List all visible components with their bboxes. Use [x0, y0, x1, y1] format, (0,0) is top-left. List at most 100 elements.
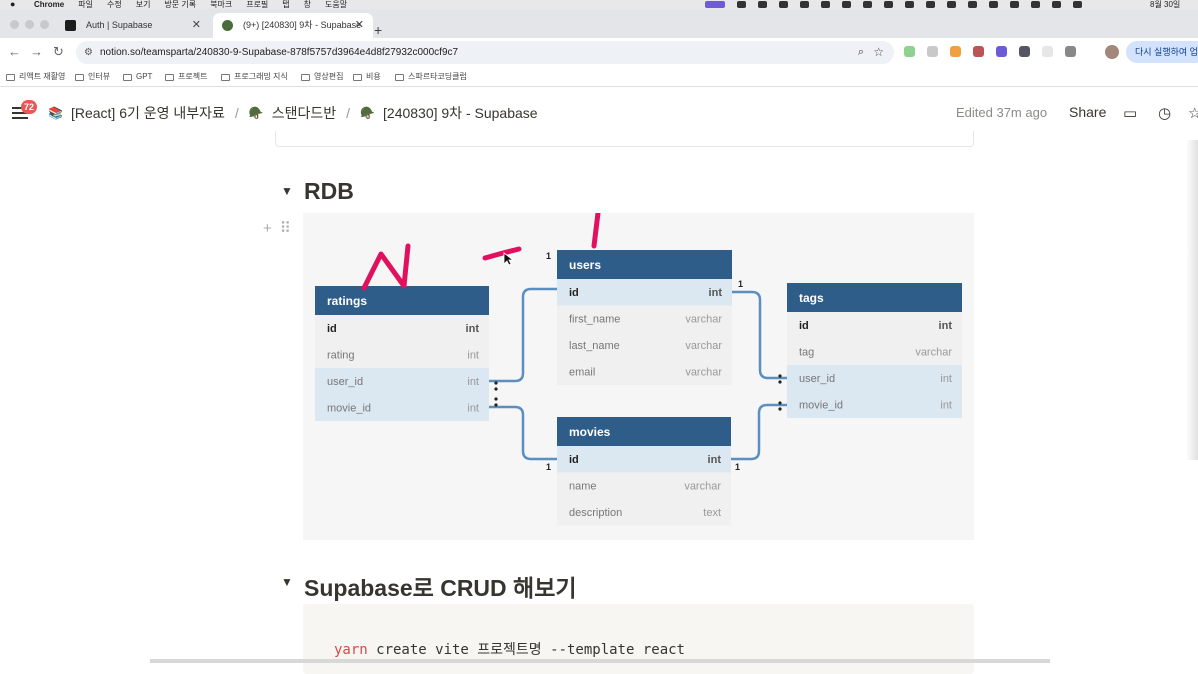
puzzle-icon[interactable]: [1065, 46, 1076, 57]
apple-icon[interactable]: ●: [10, 0, 15, 9]
menu-item[interactable]: 프로필: [246, 0, 268, 9]
app-menu: Chrome 파일 수정 보기 방문 기록 북마크 프로필 탭 창 도움말: [34, 0, 347, 9]
bookmark-item[interactable]: 인터뷰: [75, 67, 110, 87]
status-icon[interactable]: [758, 1, 767, 8]
status-icon[interactable]: [705, 1, 725, 8]
status-icon[interactable]: [1031, 1, 1040, 8]
zoom-window-button[interactable]: [40, 20, 49, 29]
cardinality-one: 1: [546, 251, 551, 261]
reload-icon[interactable]: ↻: [53, 44, 64, 60]
zoom-icon[interactable]: ⌕: [858, 41, 864, 64]
rdb-diagram: ratings id int rating int user_id int movie_id i…: [303, 183, 974, 540]
column-type: int: [708, 454, 722, 466]
menu-item[interactable]: 창: [304, 0, 311, 9]
status-icon[interactable]: [1010, 1, 1019, 8]
breadcrumb-separator: /: [346, 105, 351, 121]
breadcrumb-item[interactable]: [React] 6기 운영 내부자료: [71, 103, 225, 123]
toggle-arrow-icon[interactable]: ▼: [281, 184, 293, 198]
status-icon[interactable]: [800, 1, 809, 8]
bookmark-label: 프로젝트: [178, 72, 208, 81]
code-block[interactable]: yarn create vite 프로젝트명 --template react: [303, 604, 974, 674]
bookmark-label: 인터뷰: [88, 72, 111, 81]
bookmark-label: GPT: [136, 72, 153, 81]
menu-item[interactable]: 북마크: [210, 0, 232, 9]
clock[interactable]: 8월 30일: [1150, 0, 1180, 9]
status-icon[interactable]: [842, 1, 851, 8]
menu-app[interactable]: Chrome: [34, 0, 64, 9]
bookmark-item[interactable]: GPT: [123, 67, 152, 87]
extension-icon[interactable]: [904, 46, 915, 57]
heading-crud: Supabase로 CRUD 해보기: [304, 575, 577, 601]
extension-icon[interactable]: [996, 46, 1007, 57]
toolbar: ← → ↻ ⚙ notion.so/teamsparta/240830-9-Su…: [0, 38, 1198, 67]
column-name: id: [569, 287, 579, 299]
extension-icon[interactable]: [1042, 46, 1053, 57]
menu-item[interactable]: 보기: [136, 0, 151, 9]
history-icon[interactable]: ◷: [1158, 104, 1171, 122]
status-icon[interactable]: [737, 1, 746, 8]
column-name: last_name: [569, 340, 620, 352]
share-button[interactable]: Share: [1069, 104, 1106, 120]
bookmark-star-icon[interactable]: ☆: [873, 41, 884, 64]
status-icon[interactable]: [863, 1, 872, 8]
status-icon[interactable]: [968, 1, 977, 8]
menu-item[interactable]: 탭: [282, 0, 289, 9]
site-info-icon[interactable]: ⚙: [84, 41, 93, 64]
column-type: int: [467, 403, 479, 415]
bookmark-item[interactable]: 비용: [353, 67, 381, 87]
bookmark-item[interactable]: 리액트 재활영: [6, 67, 65, 87]
er-diagram: ratingsid intrating intuser_id intmovie_id i…: [315, 183, 962, 526]
drag-handle-icon[interactable]: ⠿: [280, 220, 291, 237]
status-icon[interactable]: [989, 1, 998, 8]
breadcrumb-item[interactable]: [240830] 9차 - Supabase: [383, 103, 538, 123]
bookmark-label: 리액트 재활영: [19, 72, 66, 81]
status-icon[interactable]: [779, 1, 788, 8]
status-icon[interactable]: [821, 1, 830, 8]
breadcrumb-item[interactable]: 스탠다드반: [272, 103, 336, 123]
forward-icon[interactable]: →: [30, 44, 43, 59]
address-bar[interactable]: ⚙ notion.so/teamsparta/240830-9-Supabase…: [76, 41, 894, 64]
menu-item[interactable]: 도움말: [325, 0, 347, 9]
minimize-window-button[interactable]: [25, 20, 34, 29]
folder-icon: [75, 73, 84, 81]
status-icon[interactable]: [905, 1, 914, 8]
status-icon[interactable]: [947, 1, 956, 8]
notification-badge[interactable]: 72: [21, 100, 37, 114]
tab-supabase-auth[interactable]: Auth | Supabase ✕: [56, 13, 210, 38]
comment-icon[interactable]: ▭: [1123, 104, 1137, 122]
tab-notion-page[interactable]: (9+) [240830] 9차 - Supabase ✕: [213, 13, 373, 38]
extension-icon[interactable]: [973, 46, 984, 57]
menu-item[interactable]: 수정: [107, 0, 122, 9]
status-icon[interactable]: [1073, 1, 1082, 8]
extension-icon[interactable]: [927, 46, 938, 57]
close-tab-icon[interactable]: ✕: [192, 13, 201, 38]
table-row: [557, 446, 731, 473]
close-tab-icon[interactable]: ✕: [355, 13, 364, 38]
bookmark-item[interactable]: 프로젝트: [165, 67, 207, 87]
toggle-arrow-icon[interactable]: ▼: [281, 575, 293, 589]
menu-item[interactable]: 파일: [78, 0, 93, 9]
new-tab-button[interactable]: +: [374, 22, 382, 38]
bookmark-item[interactable]: 프로그래밍 지식: [221, 67, 288, 87]
status-icon[interactable]: [926, 1, 935, 8]
extension-icon[interactable]: [1019, 46, 1030, 57]
bookmark-item[interactable]: 영상편집: [301, 67, 343, 87]
menu-item[interactable]: 방문 기록: [164, 0, 196, 9]
cardinality-many: [494, 397, 498, 401]
back-icon[interactable]: ←: [8, 44, 21, 59]
column-type: varchar: [915, 347, 952, 359]
status-icon[interactable]: [884, 1, 893, 8]
cardinality-many: [494, 387, 498, 391]
close-window-button[interactable]: [10, 20, 19, 29]
status-icon[interactable]: [1052, 1, 1061, 8]
globe-icon: [6, 73, 15, 81]
annotation-one-mark: [591, 183, 604, 249]
add-block-icon[interactable]: +: [263, 220, 272, 237]
table-title-tags: tags: [799, 291, 824, 305]
extension-icon[interactable]: [950, 46, 961, 57]
bookmark-item[interactable]: 스파르타코딩클럽: [395, 67, 467, 87]
profile-avatar[interactable]: [1105, 45, 1119, 59]
favorite-star-icon[interactable]: ☆: [1188, 104, 1198, 122]
column-name: movie_id: [799, 400, 843, 412]
relaunch-button[interactable]: 다시 실행하여 업데이트: [1126, 41, 1198, 63]
